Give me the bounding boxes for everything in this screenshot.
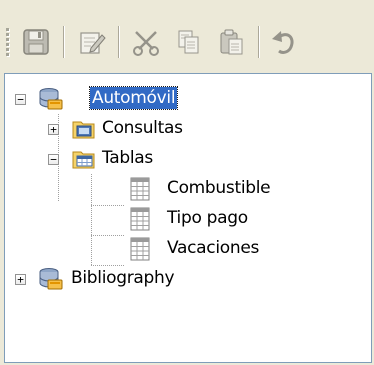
collapse-toggle[interactable]: − (15, 94, 26, 105)
cut-button[interactable] (124, 22, 168, 62)
paste-icon (220, 29, 243, 55)
tree-node-label[interactable]: Combustible (165, 177, 272, 199)
database-tree: − Automóvil + Consultas − Tablas Combust… (4, 73, 372, 363)
tree-node-label[interactable]: Consultas (100, 117, 185, 139)
toolbar-separator (118, 26, 119, 58)
tree-connector (91, 205, 125, 206)
table-folder-icon (72, 151, 95, 169)
undo-button[interactable] (262, 22, 306, 62)
table-icon (130, 237, 150, 261)
edit-icon (80, 32, 106, 54)
tree-connector (91, 174, 92, 265)
collapse-toggle[interactable]: − (48, 154, 59, 165)
table-icon (130, 207, 150, 231)
database-icon (39, 88, 63, 110)
expand-toggle[interactable]: + (48, 124, 59, 135)
query-folder-icon (72, 121, 95, 139)
save-button[interactable] (14, 22, 58, 62)
database-icon (39, 268, 63, 290)
tree-node-label[interactable]: Vacaciones (165, 237, 261, 259)
toolbar-separator (63, 26, 64, 58)
database-explorer-window: − Automóvil + Consultas − Tablas Combust… (0, 0, 374, 365)
tree-node-label[interactable]: Tipo pago (165, 207, 250, 229)
copy-icon (178, 30, 199, 54)
paste-button[interactable] (210, 22, 254, 62)
tree-connector (91, 235, 125, 236)
edit-button[interactable] (70, 22, 114, 62)
copy-button[interactable] (166, 22, 210, 62)
toolbar (0, 0, 374, 72)
expand-toggle[interactable]: + (15, 274, 26, 285)
tree-node-label[interactable]: Automóvil (88, 86, 179, 110)
cut-icon (133, 31, 159, 56)
table-icon (130, 177, 150, 201)
tree-node-label[interactable]: Bibliography (69, 267, 176, 289)
save-icon (23, 29, 49, 55)
undo-icon (272, 31, 294, 54)
toolbar-separator (258, 26, 259, 58)
toolbar-grip[interactable] (6, 28, 10, 58)
tree-connector (91, 265, 125, 266)
tree-node-label[interactable]: Tablas (100, 147, 155, 169)
